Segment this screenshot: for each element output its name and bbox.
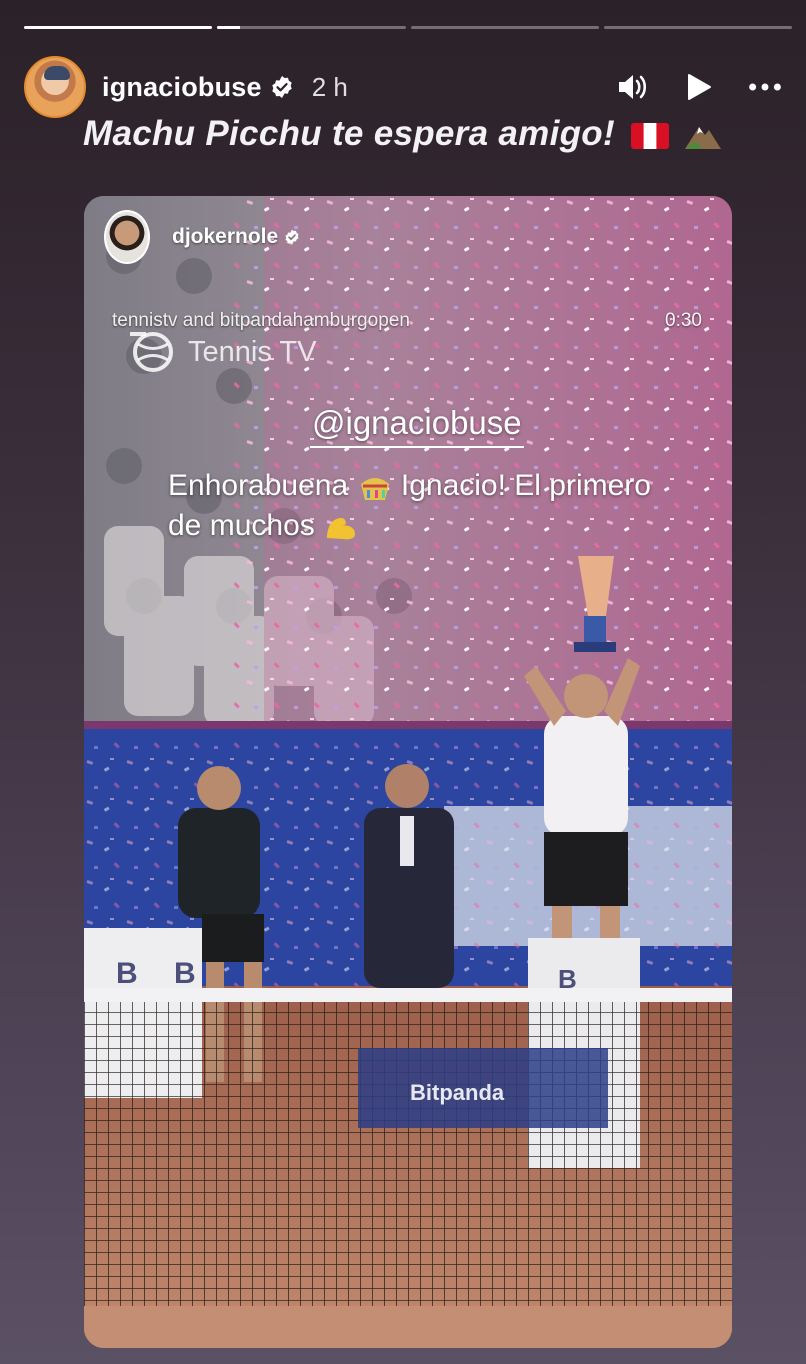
tennis-tv-icon — [130, 332, 173, 372]
repost-username[interactable]: djokernole — [172, 225, 278, 249]
repost-avatar[interactable] — [104, 210, 150, 264]
progress-segment — [24, 26, 213, 29]
shared-story-card[interactable]: B B B Bitpanda djokernole tennistv and b… — [84, 196, 732, 1348]
mention-sticker[interactable]: @ignaciobuse — [310, 404, 524, 448]
board-letter: B — [116, 957, 138, 990]
tennis-tv-logo-text: Tennis TV — [188, 335, 317, 368]
speaker-icon[interactable] — [616, 70, 650, 104]
story-controls — [616, 70, 782, 104]
play-icon[interactable] — [682, 70, 716, 104]
confetti-ball-icon — [360, 478, 389, 501]
mountain-icon — [684, 126, 721, 149]
message-text: Enhorabuena Ignacio! El primero de mucho… — [168, 466, 688, 546]
more-options-icon[interactable] — [748, 70, 782, 104]
board-letter: B — [174, 957, 196, 990]
sponsor-banner-text: Bitpanda — [410, 1080, 505, 1105]
tennis-tv-logo: Tennis TV — [126, 330, 316, 374]
progress-segment — [410, 26, 599, 29]
story-caption: Machu Picchu te espera amigo! — [83, 114, 615, 153]
verified-badge-icon — [285, 229, 299, 245]
story-caption-row: Machu Picchu te espera amigo! — [0, 114, 806, 154]
repost-header: djokernole — [104, 210, 300, 264]
message-part1: Enhorabuena — [168, 469, 349, 502]
progress-segment — [217, 26, 406, 29]
verified-badge-icon — [272, 76, 292, 98]
avatar[interactable] — [24, 56, 86, 118]
time-ago: 2 h — [311, 71, 348, 102]
flexed-biceps-icon — [327, 518, 356, 540]
username[interactable]: ignaciobuse — [102, 72, 262, 103]
video-duration: 0:30 — [665, 310, 702, 331]
progress-segment — [603, 26, 792, 29]
story-header: ignaciobuse 2 h — [24, 54, 782, 120]
story-progress-bar — [24, 26, 792, 30]
peru-flag-icon — [630, 122, 669, 149]
video-credit[interactable]: tennistv and bitpandahamburgopen — [112, 310, 410, 332]
